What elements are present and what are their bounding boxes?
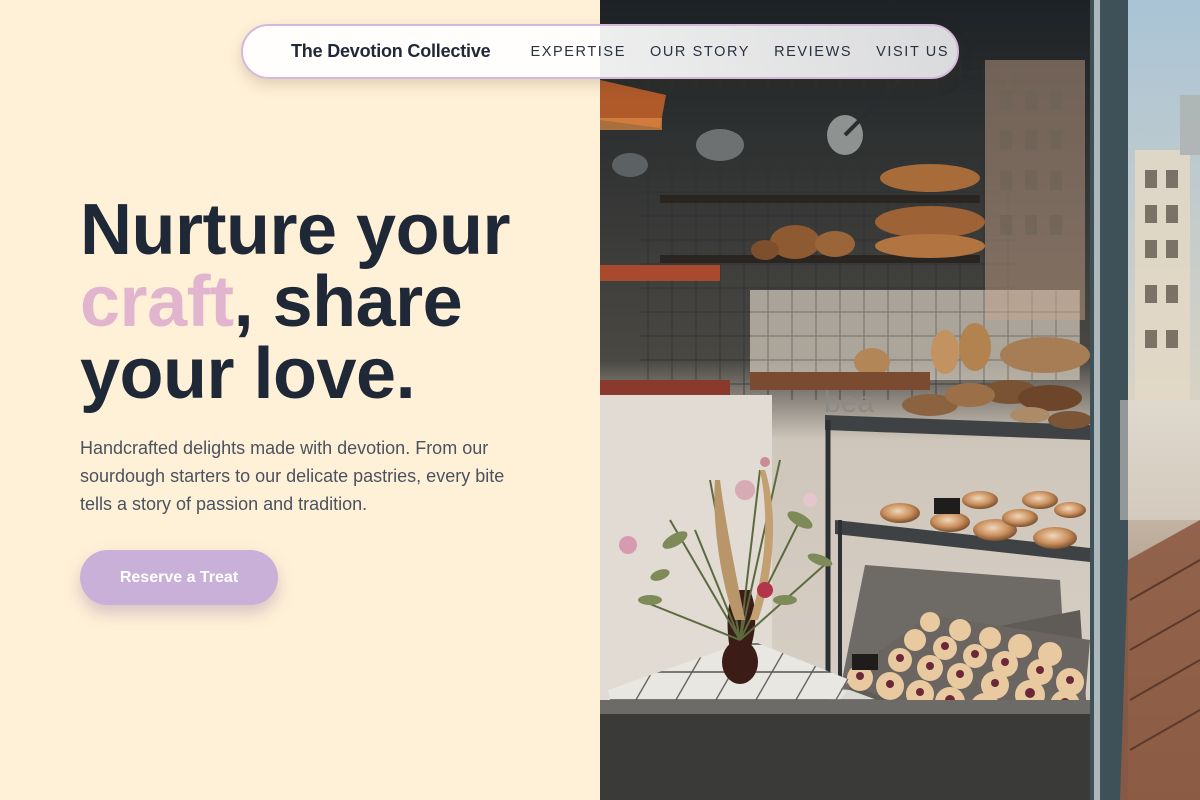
hero-heading-line-1: Nurture your (80, 190, 511, 270)
nav-link-our-story[interactable]: OUR STORY (650, 44, 750, 60)
hero-heading-accent-word: craft (80, 262, 234, 342)
hero-heading-line-2-rest: , share (233, 262, 463, 342)
glass-reflection-text: bea (824, 386, 874, 419)
nav-links: EXPERTISE OUR STORY REVIEWS VISIT US (530, 44, 949, 60)
top-navigation: The Devotion Collective EXPERTISE OUR ST… (241, 24, 959, 79)
hero-heading-line-3: your love. (80, 334, 416, 414)
hero-description: Handcrafted delights made with devotion.… (80, 438, 505, 514)
hero-image: bea (600, 0, 1200, 800)
nav-link-reviews[interactable]: REVIEWS (774, 44, 852, 60)
nav-link-expertise[interactable]: EXPERTISE (530, 44, 626, 60)
bakery-window-photo: bea (600, 0, 1200, 800)
reserve-treat-button[interactable]: Reserve a Treat (80, 550, 278, 605)
hero-heading: Nurture your craft, share your love. (80, 194, 590, 410)
brand-logo-text[interactable]: The Devotion Collective (291, 41, 491, 62)
nav-link-visit-us[interactable]: VISIT US (876, 44, 949, 60)
